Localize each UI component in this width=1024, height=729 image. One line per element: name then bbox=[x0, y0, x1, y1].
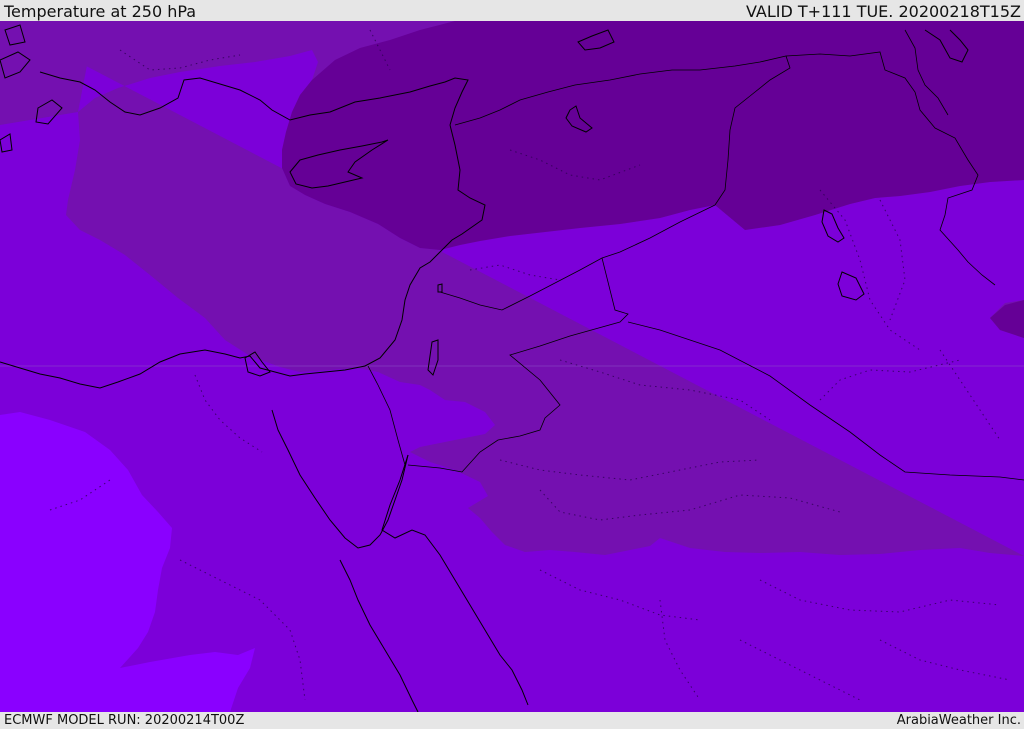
map-title: Temperature at 250 hPa bbox=[4, 2, 197, 21]
valid-time-label: VALID T+111 TUE. 20200218T15Z bbox=[745, 2, 1021, 21]
map-canvas bbox=[0, 21, 1024, 712]
weather-map-page: Temperature at 250 hPa VALID T+111 TUE. … bbox=[0, 0, 1024, 729]
header-bar: Temperature at 250 hPa VALID T+111 TUE. … bbox=[0, 0, 1024, 21]
credit-label: ArabiaWeather Inc. bbox=[896, 713, 1021, 728]
model-run-label: ECMWF MODEL RUN: 20200214T00Z bbox=[4, 713, 245, 728]
temperature-map bbox=[0, 21, 1024, 712]
footer-bar: ECMWF MODEL RUN: 20200214T00Z ArabiaWeat… bbox=[0, 712, 1024, 729]
